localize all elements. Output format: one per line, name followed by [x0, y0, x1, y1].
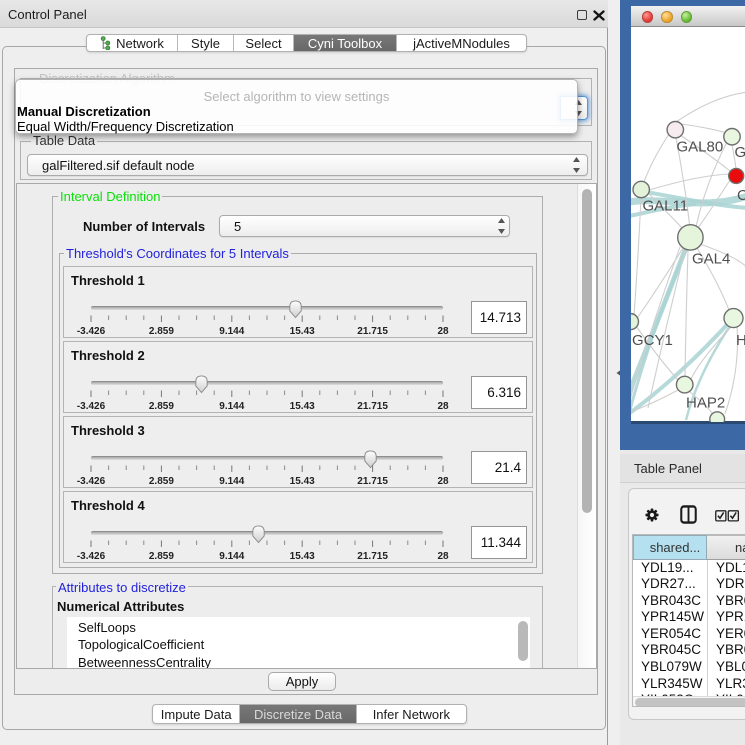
svg-text:GAL: GAL: [735, 144, 745, 161]
svg-text:HAP2: HAP2: [686, 395, 725, 412]
svg-text:GAL4: GAL4: [692, 251, 730, 268]
svg-text:HI: HI: [736, 332, 745, 349]
svg-text:CD: CD: [737, 187, 745, 204]
svg-text:GAL80: GAL80: [677, 139, 724, 156]
svg-text:GAL11: GAL11: [643, 198, 689, 215]
svg-text:GCY1: GCY1: [632, 332, 673, 349]
